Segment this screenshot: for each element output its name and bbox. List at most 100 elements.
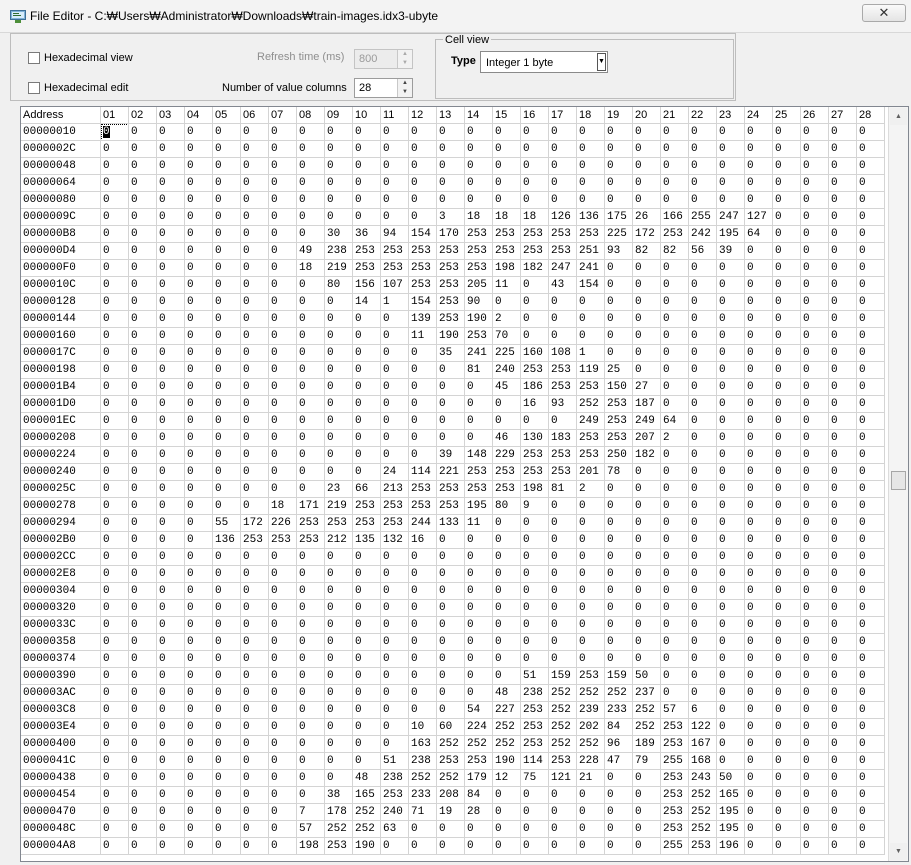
value-cell[interactable]: 0: [297, 634, 325, 651]
value-cell[interactable]: 0: [185, 532, 213, 549]
value-cell[interactable]: 0: [773, 260, 801, 277]
value-cell[interactable]: 0: [633, 362, 661, 379]
value-cell[interactable]: 0: [269, 736, 297, 753]
value-cell[interactable]: 253: [465, 753, 493, 770]
value-cell[interactable]: 0: [381, 634, 409, 651]
value-cell[interactable]: 190: [437, 328, 465, 345]
value-cell[interactable]: 0: [381, 124, 409, 141]
value-cell[interactable]: 253: [465, 481, 493, 498]
value-cell[interactable]: 240: [493, 362, 521, 379]
column-header[interactable]: 01: [101, 107, 129, 124]
value-cell[interactable]: 0: [633, 549, 661, 566]
value-cell[interactable]: 0: [409, 651, 437, 668]
value-cell[interactable]: 0: [577, 600, 605, 617]
value-cell[interactable]: 0: [605, 634, 633, 651]
value-cell[interactable]: 253: [549, 226, 577, 243]
value-cell[interactable]: 0: [157, 685, 185, 702]
value-cell[interactable]: 0: [465, 158, 493, 175]
value-cell[interactable]: 0: [185, 311, 213, 328]
value-cell[interactable]: 0: [325, 362, 353, 379]
value-cell[interactable]: 0: [801, 209, 829, 226]
value-cell[interactable]: 0: [157, 583, 185, 600]
value-cell[interactable]: 0: [129, 600, 157, 617]
value-cell[interactable]: 249: [633, 413, 661, 430]
value-cell[interactable]: 0: [325, 311, 353, 328]
column-header[interactable]: 22: [689, 107, 717, 124]
value-cell[interactable]: 0: [157, 379, 185, 396]
value-cell[interactable]: 0: [129, 532, 157, 549]
value-cell[interactable]: 233: [409, 787, 437, 804]
value-cell[interactable]: 0: [689, 124, 717, 141]
value-cell[interactable]: 0: [185, 736, 213, 753]
value-cell[interactable]: 0: [269, 583, 297, 600]
value-cell[interactable]: 0: [101, 685, 129, 702]
value-cell[interactable]: 0: [745, 821, 773, 838]
value-cell[interactable]: 0: [829, 583, 857, 600]
value-cell[interactable]: 0: [129, 277, 157, 294]
value-cell[interactable]: 0: [829, 600, 857, 617]
value-cell[interactable]: 0: [437, 430, 465, 447]
hex-edit-label[interactable]: Hexadecimal edit: [44, 82, 128, 94]
value-cell[interactable]: 0: [577, 124, 605, 141]
value-cell[interactable]: 0: [241, 124, 269, 141]
value-cell[interactable]: 0: [353, 447, 381, 464]
value-cell[interactable]: 0: [241, 634, 269, 651]
value-cell[interactable]: 0: [857, 770, 885, 787]
value-cell[interactable]: 0: [241, 787, 269, 804]
value-cell[interactable]: 0: [269, 243, 297, 260]
scroll-down-icon[interactable]: ▼: [890, 843, 907, 860]
value-cell[interactable]: 0: [633, 158, 661, 175]
value-cell[interactable]: 0: [353, 549, 381, 566]
value-cell[interactable]: 0: [717, 600, 745, 617]
value-cell[interactable]: 49: [297, 243, 325, 260]
value-cell[interactable]: 0: [717, 481, 745, 498]
value-cell[interactable]: 0: [773, 753, 801, 770]
value-cell[interactable]: 0: [185, 124, 213, 141]
value-cell[interactable]: 0: [213, 549, 241, 566]
value-cell[interactable]: 0: [829, 379, 857, 396]
value-cell[interactable]: 0: [185, 753, 213, 770]
value-cell[interactable]: 0: [801, 549, 829, 566]
value-cell[interactable]: 64: [745, 226, 773, 243]
value-cell[interactable]: 0: [745, 515, 773, 532]
value-cell[interactable]: 241: [577, 260, 605, 277]
value-cell[interactable]: 9: [521, 498, 549, 515]
value-cell[interactable]: 0: [129, 226, 157, 243]
value-cell[interactable]: 0: [689, 583, 717, 600]
value-cell[interactable]: 0: [381, 617, 409, 634]
value-cell[interactable]: 0: [185, 328, 213, 345]
value-cell[interactable]: 0: [829, 311, 857, 328]
value-cell[interactable]: 253: [661, 787, 689, 804]
value-cell[interactable]: 12: [493, 770, 521, 787]
value-cell[interactable]: 253: [381, 260, 409, 277]
value-cell[interactable]: 0: [577, 532, 605, 549]
value-cell[interactable]: 0: [605, 583, 633, 600]
value-cell[interactable]: 0: [101, 702, 129, 719]
value-cell[interactable]: 0: [857, 464, 885, 481]
value-cell[interactable]: 0: [633, 821, 661, 838]
value-cell[interactable]: 253: [493, 226, 521, 243]
value-cell[interactable]: 253: [577, 226, 605, 243]
value-cell[interactable]: 253: [465, 328, 493, 345]
value-cell[interactable]: 0: [801, 838, 829, 855]
value-cell[interactable]: 0: [409, 158, 437, 175]
value-cell[interactable]: 0: [773, 702, 801, 719]
value-cell[interactable]: 0: [157, 192, 185, 209]
value-cell[interactable]: 0: [241, 600, 269, 617]
value-cell[interactable]: 252: [689, 821, 717, 838]
value-cell[interactable]: 0: [185, 464, 213, 481]
value-cell[interactable]: 0: [157, 328, 185, 345]
value-cell[interactable]: 0: [717, 447, 745, 464]
value-cell[interactable]: 0: [801, 260, 829, 277]
value-cell[interactable]: 240: [381, 804, 409, 821]
value-cell[interactable]: 0: [745, 583, 773, 600]
value-cell[interactable]: 0: [661, 294, 689, 311]
value-cell[interactable]: 0: [661, 498, 689, 515]
value-cell[interactable]: 0: [213, 617, 241, 634]
value-cell[interactable]: 190: [493, 753, 521, 770]
value-cell[interactable]: 0: [829, 464, 857, 481]
value-cell[interactable]: 0: [241, 668, 269, 685]
value-cell[interactable]: 0: [745, 294, 773, 311]
value-cell[interactable]: 0: [577, 634, 605, 651]
value-cell[interactable]: 0: [157, 447, 185, 464]
